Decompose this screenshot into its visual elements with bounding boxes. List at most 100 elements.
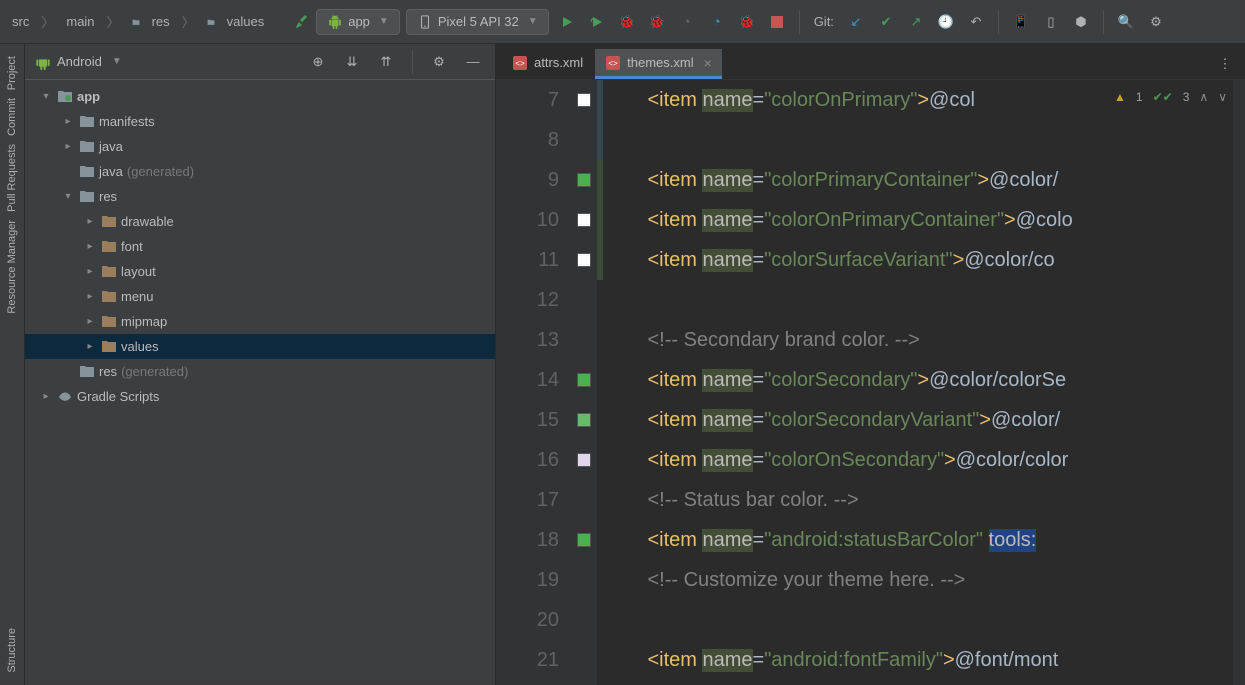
line-number[interactable]: 17 [496, 480, 559, 520]
panel-settings-icon[interactable]: ⚙ [427, 50, 451, 74]
code-line[interactable]: <item name="colorSecondaryVariant">@colo… [603, 400, 1245, 440]
left-tab-pull-requests[interactable]: Pull Requests [4, 140, 20, 216]
chevron-right-icon[interactable]: ▸ [83, 241, 97, 252]
code-line[interactable] [603, 120, 1245, 160]
tree-node-res[interactable]: res (generated) [25, 359, 495, 384]
run-config-selector[interactable]: app ▼ [316, 9, 400, 35]
chevron-right-icon[interactable]: ▸ [83, 216, 97, 227]
next-highlight-icon[interactable]: ∨ [1218, 90, 1227, 104]
chevron-right-icon[interactable]: ▸ [61, 116, 75, 127]
rerun-button[interactable] [585, 10, 609, 34]
code-line[interactable] [603, 600, 1245, 640]
error-stripe[interactable] [1233, 80, 1245, 685]
tree-node-mipmap[interactable]: ▸mipmap [25, 309, 495, 334]
project-tree[interactable]: ▾app▸manifests▸javajava (generated)▾res▸… [25, 80, 495, 685]
line-gutter[interactable]: 789101112131415161718192021 [496, 80, 571, 685]
line-number[interactable]: 14 [496, 360, 559, 400]
line-number[interactable]: 8 [496, 120, 559, 160]
color-swatch-icon[interactable] [577, 533, 591, 547]
app-inspection-button[interactable]: ◔ [705, 10, 729, 34]
breadcrumb[interactable]: src〉main〉res〉values [8, 10, 268, 33]
breadcrumb-item[interactable]: src [8, 12, 33, 31]
code-line[interactable]: <item name="colorPrimaryContainer">@colo… [603, 160, 1245, 200]
color-swatch-icon[interactable] [577, 173, 591, 187]
tree-node-gradle scripts[interactable]: ▸Gradle Scripts [25, 384, 495, 409]
code-line[interactable]: <item name="colorSecondary">@color/color… [603, 360, 1245, 400]
tree-node-drawable[interactable]: ▸drawable [25, 209, 495, 234]
line-number[interactable]: 19 [496, 560, 559, 600]
breadcrumb-item[interactable]: values [223, 12, 269, 31]
color-swatch-icon[interactable] [577, 93, 591, 107]
tree-node-values[interactable]: ▸values [25, 334, 495, 359]
attach-debugger-button[interactable]: 🐞 [735, 10, 759, 34]
search-icon[interactable]: 🔍 [1114, 10, 1138, 34]
chevron-down-icon[interactable]: ▾ [39, 91, 53, 102]
git-history-icon[interactable]: 🕘 [934, 10, 958, 34]
coverage-button[interactable]: 🐞 [645, 10, 669, 34]
code-line[interactable]: <item name="colorOnSecondary">@color/col… [603, 440, 1245, 480]
expand-all-icon[interactable]: ⇊ [340, 50, 364, 74]
select-opened-file-icon[interactable]: ⊕ [306, 50, 330, 74]
stop-button[interactable] [765, 10, 789, 34]
left-tab-resource-manager[interactable]: Resource Manager [4, 216, 20, 318]
line-number[interactable]: 16 [496, 440, 559, 480]
color-swatch-icon[interactable] [577, 253, 591, 267]
code-line[interactable]: <item name="colorOnPrimaryContainer">@co… [603, 200, 1245, 240]
tree-node-menu[interactable]: ▸menu [25, 284, 495, 309]
code-line[interactable]: <!-- Customize your theme here. --> [603, 560, 1245, 600]
breadcrumb-item[interactable]: main [62, 12, 98, 31]
line-number[interactable]: 20 [496, 600, 559, 640]
hammer-icon[interactable] [294, 14, 310, 30]
device-manager-icon[interactable]: ▯ [1039, 10, 1063, 34]
code-line[interactable]: <!-- Status bar color. --> [603, 480, 1245, 520]
prev-highlight-icon[interactable]: ∧ [1199, 90, 1208, 104]
git-revert-icon[interactable]: ↶ [964, 10, 988, 34]
line-number[interactable]: 18 [496, 520, 559, 560]
debug-button[interactable]: 🐞 [615, 10, 639, 34]
tree-node-layout[interactable]: ▸layout [25, 259, 495, 284]
code-line[interactable] [603, 280, 1245, 320]
device-selector[interactable]: Pixel 5 API 32 ▼ [406, 9, 549, 35]
tree-node-java[interactable]: java (generated) [25, 159, 495, 184]
settings-icon[interactable]: ⚙ [1144, 10, 1168, 34]
tree-node-font[interactable]: ▸font [25, 234, 495, 259]
color-swatch-icon[interactable] [577, 213, 591, 227]
code-line[interactable]: <item name="android:statusBarColor" tool… [603, 520, 1245, 560]
line-number[interactable]: 15 [496, 400, 559, 440]
project-view-mode[interactable]: Android ▼ [35, 54, 122, 70]
line-number[interactable]: 21 [496, 640, 559, 680]
tree-node-app[interactable]: ▾app [25, 84, 495, 109]
left-tab-commit[interactable]: Commit [4, 94, 20, 140]
line-number[interactable]: 12 [496, 280, 559, 320]
tree-node-java[interactable]: ▸java [25, 134, 495, 159]
tree-node-manifests[interactable]: ▸manifests [25, 109, 495, 134]
run-button[interactable] [555, 10, 579, 34]
profile-button[interactable]: ◔ [675, 10, 699, 34]
sdk-manager-icon[interactable]: ⬢ [1069, 10, 1093, 34]
code-editor[interactable]: 789101112131415161718192021 <item name="… [496, 80, 1245, 685]
collapse-all-icon[interactable]: ⇈ [374, 50, 398, 74]
chevron-right-icon[interactable]: ▸ [83, 291, 97, 302]
tree-node-res[interactable]: ▾res [25, 184, 495, 209]
gutter-icons[interactable] [571, 80, 597, 685]
tabs-more-icon[interactable]: ⋮ [1213, 52, 1237, 76]
left-tab-structure[interactable]: Structure [4, 624, 20, 677]
chevron-right-icon[interactable]: ▸ [83, 266, 97, 277]
left-tab-project[interactable]: Project [4, 52, 20, 94]
editor-tab-themes-xml[interactable]: <>themes.xml× [595, 49, 722, 79]
close-tab-icon[interactable]: × [704, 55, 712, 71]
line-number[interactable]: 10 [496, 200, 559, 240]
line-number[interactable]: 13 [496, 320, 559, 360]
chevron-right-icon[interactable]: ▸ [61, 141, 75, 152]
chevron-right-icon[interactable]: ▸ [83, 316, 97, 327]
code-pane[interactable]: <item name="colorOnPrimary">@col <item n… [603, 80, 1245, 685]
git-commit-icon[interactable]: ✔ [874, 10, 898, 34]
color-swatch-icon[interactable] [577, 453, 591, 467]
hide-panel-icon[interactable]: — [461, 50, 485, 74]
editor-tab-attrs-xml[interactable]: <>attrs.xml [502, 49, 593, 79]
git-pull-icon[interactable]: ↙ [844, 10, 868, 34]
line-number[interactable]: 7 [496, 80, 559, 120]
git-push-icon[interactable]: ↗ [904, 10, 928, 34]
chevron-right-icon[interactable]: ▸ [83, 341, 97, 352]
code-line[interactable]: <!-- Secondary brand color. --> [603, 320, 1245, 360]
